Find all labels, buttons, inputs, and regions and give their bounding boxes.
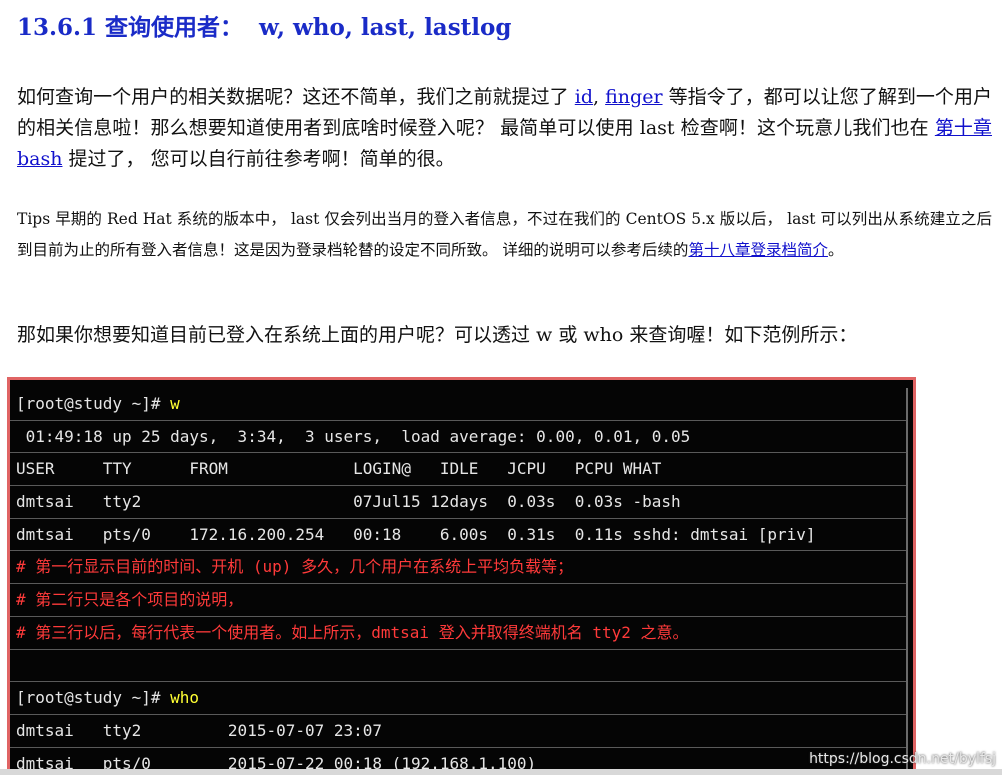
terminal-example: [root@study ~]# w 01:49:18 up 25 days, 3… xyxy=(7,377,916,775)
intro-sep: , xyxy=(593,86,606,108)
command-who: who xyxy=(170,688,200,708)
section-title: 查询使用者： xyxy=(105,14,244,41)
terminal-line-who-command: [root@study ~]# who xyxy=(10,682,906,715)
intro-paragraph: 如何查询一个用户的相关数据呢？这还不简单，我们之前就提过了 id, finger… xyxy=(17,82,992,175)
shell-prompt: [root@study ~]# xyxy=(16,394,171,413)
terminal-body: [root@study ~]# w 01:49:18 up 25 days, 3… xyxy=(10,388,908,775)
bottom-scroll-bar[interactable] xyxy=(0,769,1002,775)
link-id[interactable]: id xyxy=(575,86,593,108)
link-chapter-logs[interactable]: 第十八章登录档简介 xyxy=(688,241,828,259)
terminal-line-header: USER TTY FROM LOGIN@ IDLE JCPU PCPU WHAT xyxy=(10,453,906,487)
section-number: 13.6.1 xyxy=(17,14,98,41)
section-heading: 13.6.1 查询使用者： w, who, last, lastlog xyxy=(17,8,511,42)
tips-text-b: 。 xyxy=(827,241,844,259)
terminal-line-w-command: [root@study ~]# w xyxy=(10,388,906,421)
section-commands: w, who, last, lastlog xyxy=(259,14,512,41)
terminal-comment-2: # 第二行只是各个项目的说明， xyxy=(10,584,906,617)
intro-text-a: 如何查询一个用户的相关数据呢？这还不简单，我们之前就提过了 xyxy=(17,86,575,108)
terminal-line-uptime: 01:49:18 up 25 days, 3:34, 3 users, load… xyxy=(10,421,906,454)
who-intro-paragraph: 那如果你想要知道目前已登入在系统上面的用户呢？可以透过 w 或 who 来查询喔… xyxy=(17,324,858,346)
intro-text-c: 提过了， 您可以自行前往参考啊！简单的很。 xyxy=(62,148,455,170)
tips-note: Tips 早期的 Red Hat 系统的版本中， last 仅会列出当月的登入者… xyxy=(17,204,992,266)
terminal-line-who1: dmtsai tty2 2015-07-07 23:07 xyxy=(10,715,906,748)
tips-text-a: Tips 早期的 Red Hat 系统的版本中， last 仅会列出当月的登入者… xyxy=(17,210,992,259)
terminal-line-row1: dmtsai tty2 07Jul15 12days 0.03s 0.03s -… xyxy=(10,486,906,519)
shell-prompt: [root@study ~]# xyxy=(16,688,171,708)
terminal-line-row2: dmtsai pts/0 172.16.200.254 00:18 6.00s … xyxy=(10,519,906,552)
terminal-comment-1: # 第一行显示目前的时间、开机 (up) 多久，几个用户在系统上平均负载等； xyxy=(10,551,906,585)
watermark: https://blog.csdn.net/bylfsj xyxy=(809,751,996,767)
terminal-comment-3: # 第三行以后，每行代表一个使用者。如上所示，dmtsai 登入并取得终端机名 … xyxy=(10,617,906,650)
link-finger[interactable]: finger xyxy=(605,86,662,108)
command-w: w xyxy=(170,394,180,413)
terminal-blank-line xyxy=(10,650,906,683)
